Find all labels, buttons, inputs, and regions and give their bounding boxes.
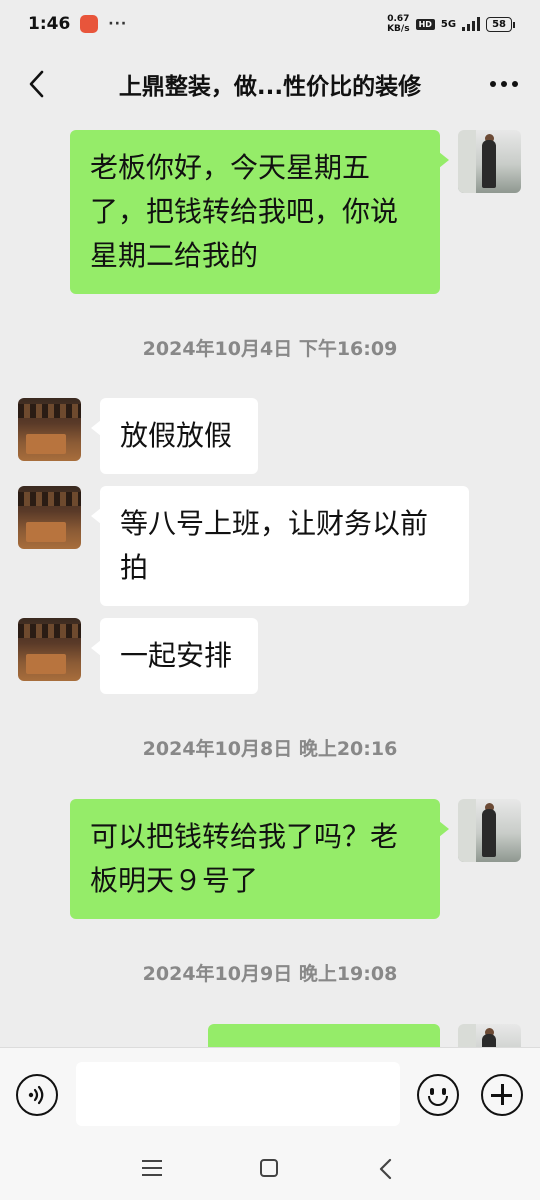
signal-icon xyxy=(462,17,481,31)
message-bubble-sent[interactable]: 可以把钱转给我了吗？老板明天９号了 xyxy=(70,799,449,919)
chat-header: 上鼎整装，做...性价比的装修 xyxy=(0,48,540,120)
contact-avatar[interactable] xyxy=(18,618,81,681)
system-back-button[interactable] xyxy=(378,1158,398,1180)
recent-apps-button[interactable] xyxy=(142,1160,162,1178)
network-speed-unit: KB/s xyxy=(387,24,410,34)
back-button[interactable] xyxy=(14,62,58,106)
status-right: 0.67 KB/s HD 5G 58 xyxy=(387,14,515,34)
battery-icon: 58 xyxy=(486,16,515,32)
emoji-button[interactable] xyxy=(417,1074,459,1116)
contact-avatar[interactable] xyxy=(18,486,81,549)
message-bubble-sent[interactable]: 老板你好，今天星期五了，把钱转给我吧，你说星期二给我的 xyxy=(70,130,449,294)
home-button[interactable] xyxy=(260,1159,278,1177)
chat-title: 上鼎整装，做...性价比的装修 xyxy=(118,74,422,100)
message-input[interactable] xyxy=(76,1062,400,1126)
message-list[interactable]: 老板你好，今天星期五了，把钱转给我吧，你说星期二给我的 2024年10月4日 下… xyxy=(0,120,540,1048)
status-time: 1:46 xyxy=(28,14,71,34)
network-type: 5G xyxy=(440,18,457,30)
network-speed: 0.67 KB/s xyxy=(387,14,409,34)
status-left: 1:46 ··· xyxy=(28,14,127,34)
message-bubble-sent[interactable]: 老板开心啊 xyxy=(208,1024,449,1048)
message-bubble-received[interactable]: 放假放假 xyxy=(91,398,258,474)
message-bubble-received[interactable]: 一起安排 xyxy=(91,618,258,694)
status-bar: 1:46 ··· 0.67 KB/s HD 5G 58 xyxy=(0,0,540,48)
more-options-button[interactable] xyxy=(482,62,526,106)
network-speed-value: 0.67 xyxy=(387,14,410,24)
input-bar xyxy=(0,1047,540,1140)
contact-avatar[interactable] xyxy=(18,398,81,461)
voice-input-button[interactable] xyxy=(16,1074,58,1116)
voice-icon xyxy=(28,1085,44,1105)
message-bubble-received[interactable]: 等八号上班，让财务以前拍 xyxy=(91,486,469,606)
timestamp: 2024年10月4日 下午16:09 xyxy=(142,338,398,360)
more-functions-button[interactable] xyxy=(481,1074,523,1116)
timestamp: 2024年10月8日 晚上20:16 xyxy=(142,738,398,760)
more-icon xyxy=(490,81,518,87)
app-notification-icon xyxy=(80,15,99,33)
system-navigation-bar xyxy=(0,1140,540,1200)
more-notifications-icon: ··· xyxy=(108,16,128,32)
my-avatar[interactable] xyxy=(458,799,521,862)
back-arrow-icon xyxy=(379,1158,392,1180)
timestamp: 2024年10月9日 晚上19:08 xyxy=(142,963,398,985)
hd-icon: HD xyxy=(415,18,435,30)
my-avatar[interactable] xyxy=(458,130,521,193)
my-avatar[interactable] xyxy=(458,1024,521,1048)
chevron-left-icon xyxy=(29,70,44,98)
